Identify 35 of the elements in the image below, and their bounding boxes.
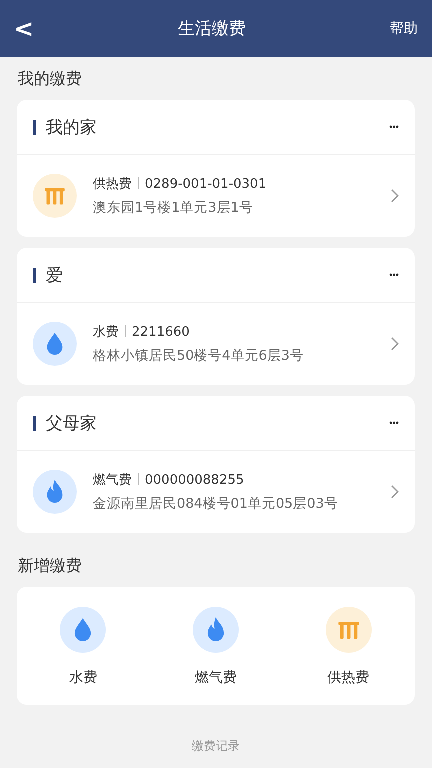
title-marker <box>33 120 36 134</box>
radiator-icon <box>33 174 77 218</box>
account-address: 格林小镇居民50楼号4单元6层3号 <box>93 347 305 365</box>
account-type-number: 水费 2211660 <box>93 324 191 341</box>
group-name: 父母家 <box>46 412 98 434</box>
account-address: 金源南里居民084楼号01单元05层03号 <box>93 495 340 513</box>
account-row[interactable]: 燃气费 000000088255 金源南里居民084楼号01单元05层03号 <box>17 451 415 533</box>
water-drop-icon <box>33 322 77 366</box>
title-marker <box>33 416 36 430</box>
chevron-icon <box>391 337 399 351</box>
chevron-icon <box>391 485 399 499</box>
back-button[interactable]: < <box>14 14 34 42</box>
group-name: 爱 <box>46 264 64 286</box>
more-button[interactable]: ••• <box>390 122 399 132</box>
title-marker <box>33 268 36 282</box>
account-address: 澳东园1号楼1单元3层1号 <box>93 199 254 217</box>
more-button[interactable]: ••• <box>390 418 399 428</box>
account-type-number: 供热费 0289-001-01-0301 <box>93 176 268 193</box>
flame-icon <box>33 470 77 514</box>
account-row[interactable]: 水费 2211660 格林小镇居民50楼号4单元6层3号 <box>17 303 415 385</box>
group-name: 我的家 <box>46 116 98 138</box>
section-title: 新增缴费 <box>17 555 83 577</box>
water-drop-icon <box>60 607 106 653</box>
account-row[interactable]: 供热费 0289-001-01-0301 澳东园1号楼1单元3层1号 <box>17 155 415 237</box>
more-button[interactable]: ••• <box>390 270 399 280</box>
chevron-icon <box>391 189 399 203</box>
page-title: 生活缴费 <box>178 18 246 40</box>
section-title: 我的缴费 <box>17 68 83 90</box>
payment-type-button[interactable]: 水费 <box>60 607 106 687</box>
payment-type-button[interactable]: 燃气费 <box>192 607 239 687</box>
radiator-icon <box>326 607 372 653</box>
flame-icon <box>192 607 239 653</box>
payment-type-button[interactable]: 供热费 <box>326 607 372 687</box>
help-button[interactable]: 帮助 <box>390 20 418 38</box>
account-type-number: 燃气费 000000088255 <box>93 472 246 489</box>
